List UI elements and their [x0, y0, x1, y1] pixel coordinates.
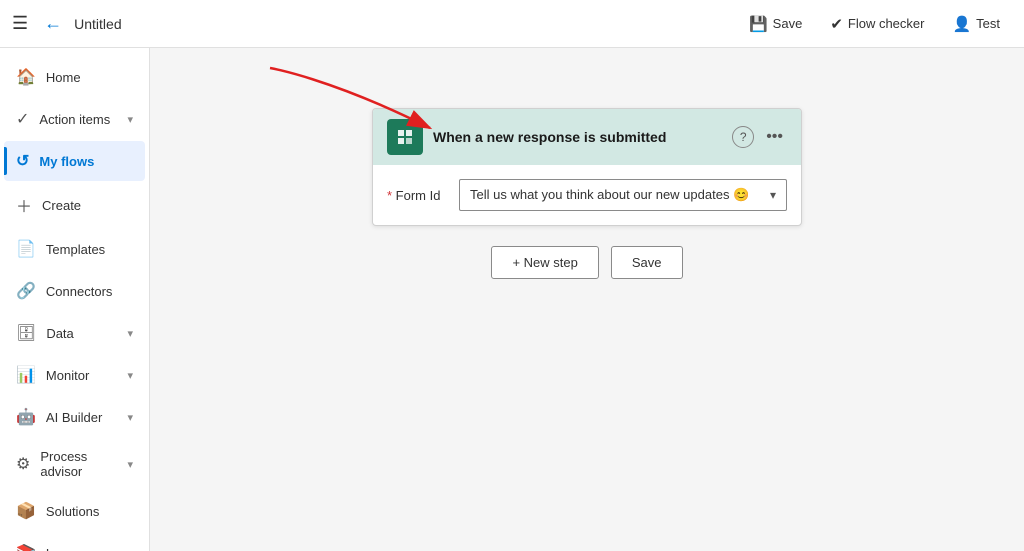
new-step-button[interactable]: + New step	[491, 246, 598, 279]
sidebar-item-connectors[interactable]: 🔗 Connectors	[4, 271, 145, 311]
action-items-icon: ✓	[16, 109, 29, 129]
process-advisor-icon: ⚙	[16, 454, 30, 474]
home-icon: 🏠	[16, 67, 36, 87]
flow-card: When a new response is submitted ? ••• *…	[372, 108, 802, 226]
chevron-down-icon: ▾	[127, 113, 133, 126]
sidebar-item-home[interactable]: 🏠 Home	[4, 57, 145, 97]
back-button[interactable]: ←	[44, 13, 62, 34]
active-indicator	[4, 147, 7, 175]
more-icon: •••	[766, 128, 783, 145]
sidebar-item-data[interactable]: 🗄 Data ▾	[4, 313, 145, 353]
more-options-button[interactable]: •••	[762, 126, 787, 148]
content-area: When a new response is submitted ? ••• *…	[150, 48, 1024, 551]
data-icon: 🗄	[16, 323, 36, 343]
sidebar-item-my-flows[interactable]: ↺ My flows	[4, 141, 145, 181]
sidebar-item-label: Data	[46, 326, 73, 341]
chevron-down-icon: ▾	[127, 369, 133, 382]
sidebar-item-solutions[interactable]: 📦 Solutions	[4, 491, 145, 531]
create-icon: ＋	[16, 193, 32, 217]
sidebar-item-process-advisor[interactable]: ⚙ Process advisor ▾	[4, 439, 145, 489]
sidebar-item-label: Solutions	[46, 504, 99, 519]
hamburger-icon[interactable]: ☰	[12, 13, 28, 34]
flow-checker-label: Flow checker	[848, 16, 925, 31]
flow-card-title: When a new response is submitted	[433, 129, 722, 145]
flow-actions: + New step Save	[491, 246, 682, 279]
sidebar-item-templates[interactable]: 📄 Templates	[4, 229, 145, 269]
main-layout: 🏠 Home ✓ Action items ▾ ↺ My flows ＋ Cre…	[0, 48, 1024, 551]
save-label: Save	[773, 16, 803, 31]
flow-card-header: When a new response is submitted ? •••	[373, 109, 801, 165]
sidebar-item-label: Action items	[39, 112, 110, 127]
sidebar-item-label: Home	[46, 70, 81, 85]
flow-checker-button[interactable]: ✔ Flow checker	[818, 9, 936, 39]
sidebar-item-label: Process advisor	[40, 449, 117, 479]
form-row: * Form Id Tell us what you think about o…	[387, 179, 787, 211]
flow-card-icon	[387, 119, 423, 155]
connectors-icon: 🔗	[16, 281, 36, 301]
sidebar-item-label: My flows	[39, 154, 94, 169]
test-label: Test	[976, 16, 1000, 31]
sidebar-item-label: Monitor	[46, 368, 89, 383]
templates-icon: 📄	[16, 239, 36, 259]
form-id-select[interactable]: Tell us what you think about our new upd…	[459, 179, 787, 211]
info-icon: ?	[740, 130, 747, 144]
sidebar-item-label: AI Builder	[46, 410, 102, 425]
sidebar-item-action-items[interactable]: ✓ Action items ▾	[4, 99, 145, 139]
form-id-value: Tell us what you think about our new upd…	[470, 187, 749, 203]
sidebar-item-learn[interactable]: 📚 Learn	[4, 533, 145, 551]
sidebar-item-label: Create	[42, 198, 81, 213]
sidebar-item-label: Learn	[46, 546, 79, 551]
chevron-down-icon: ▾	[127, 411, 133, 424]
chevron-down-icon: ▾	[127, 327, 133, 340]
test-icon: 👤	[952, 15, 971, 33]
required-asterisk: *	[387, 188, 396, 203]
sidebar-item-create[interactable]: ＋ Create	[4, 183, 145, 227]
learn-icon: 📚	[16, 543, 36, 551]
flow-checker-icon: ✔	[830, 15, 843, 33]
save-flow-button[interactable]: Save	[611, 246, 683, 279]
sidebar: 🏠 Home ✓ Action items ▾ ↺ My flows ＋ Cre…	[0, 48, 150, 551]
form-id-label: * Form Id	[387, 188, 447, 203]
flow-card-body: * Form Id Tell us what you think about o…	[373, 165, 801, 225]
page-title: Untitled	[74, 16, 121, 32]
test-button[interactable]: 👤 Test	[940, 9, 1012, 39]
monitor-icon: 📊	[16, 365, 36, 385]
info-button[interactable]: ?	[732, 126, 754, 148]
sidebar-item-label: Connectors	[46, 284, 112, 299]
topbar: ☰ ← Untitled 💾 Save ✔ Flow checker 👤 Tes…	[0, 0, 1024, 48]
flow-card-header-actions: ? •••	[732, 126, 787, 148]
save-icon: 💾	[749, 15, 768, 33]
sidebar-item-monitor[interactable]: 📊 Monitor ▾	[4, 355, 145, 395]
chevron-down-icon: ▾	[770, 188, 776, 202]
sidebar-item-ai-builder[interactable]: 🤖 AI Builder ▾	[4, 397, 145, 437]
sidebar-item-label: Templates	[46, 242, 105, 257]
flows-icon: ↺	[16, 151, 29, 171]
ai-builder-icon: 🤖	[16, 407, 36, 427]
chevron-down-icon: ▾	[127, 458, 133, 471]
solutions-icon: 📦	[16, 501, 36, 521]
topbar-actions: 💾 Save ✔ Flow checker 👤 Test	[737, 9, 1012, 39]
save-button[interactable]: 💾 Save	[737, 9, 814, 39]
